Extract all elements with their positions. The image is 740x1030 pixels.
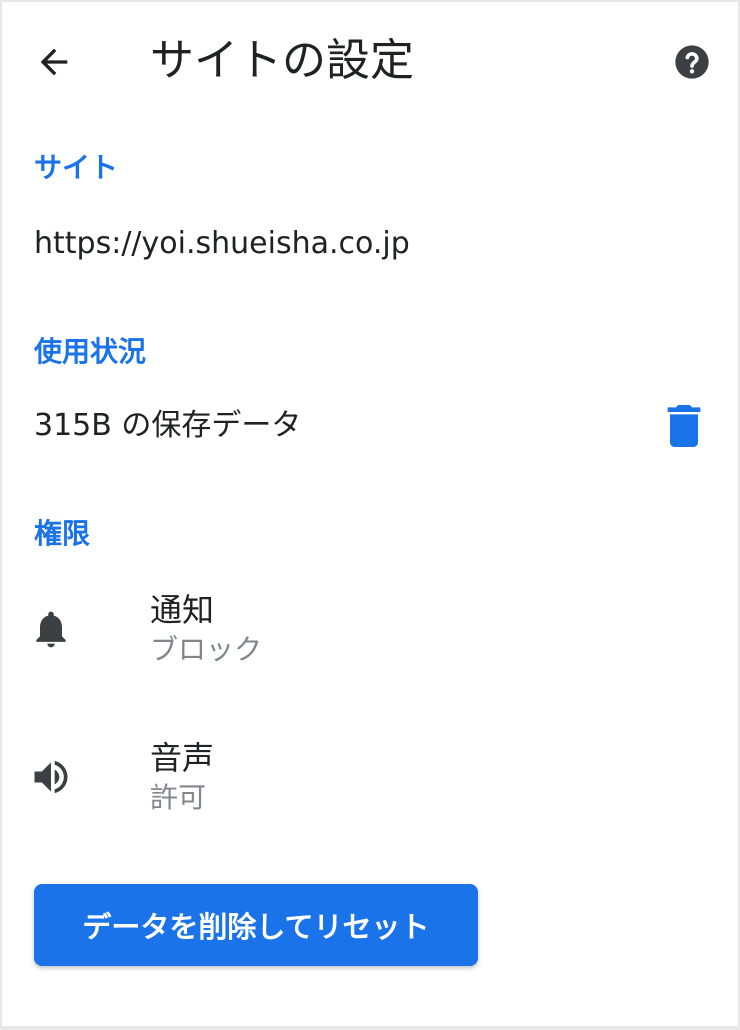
section-header-site: サイト bbox=[34, 151, 119, 184]
page-title: サイトの設定 bbox=[150, 35, 414, 86]
arrow-back-icon bbox=[40, 48, 68, 76]
permission-status: 許可 bbox=[150, 781, 207, 814]
bell-icon bbox=[28, 606, 74, 652]
clear-and-reset-button[interactable]: データを削除してリセット bbox=[34, 884, 478, 966]
section-header-permissions: 権限 bbox=[34, 517, 91, 550]
permission-title: 通知 bbox=[150, 591, 215, 629]
delete-stored-data-button[interactable] bbox=[658, 398, 710, 454]
speaker-icon bbox=[28, 754, 74, 800]
trash-icon bbox=[667, 405, 701, 447]
help-button[interactable] bbox=[666, 36, 718, 88]
back-button[interactable] bbox=[24, 32, 84, 92]
help-icon bbox=[675, 45, 709, 79]
site-url: https://yoi.shueisha.co.jp bbox=[34, 226, 410, 261]
permission-status: ブロック bbox=[150, 633, 263, 666]
site-settings-screen: サイトの設定 サイト https://yoi.shueisha.co.jp 使用… bbox=[2, 2, 738, 1026]
section-header-usage: 使用状況 bbox=[34, 335, 147, 368]
stored-data-size: 315B の保存データ bbox=[34, 408, 302, 443]
permission-row-sound[interactable]: 音声 許可 bbox=[2, 720, 738, 836]
permission-title: 音声 bbox=[150, 739, 215, 777]
permission-row-notifications[interactable]: 通知 ブロック bbox=[2, 572, 738, 688]
